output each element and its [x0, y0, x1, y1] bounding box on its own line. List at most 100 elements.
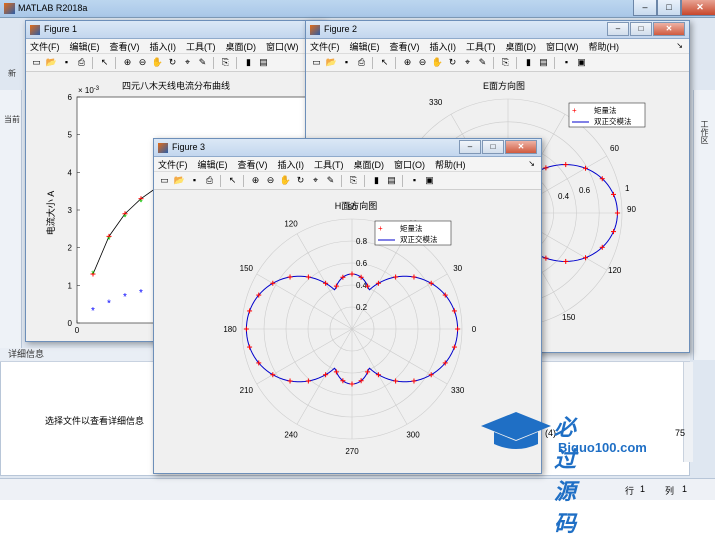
rotate-icon[interactable]: ↻ [446, 56, 459, 69]
colorbar-icon[interactable]: ▮ [242, 56, 255, 69]
open-icon[interactable]: 📂 [173, 174, 186, 187]
save-icon[interactable]: ▪ [340, 56, 353, 69]
zoom-in-icon[interactable]: ⊕ [249, 174, 262, 187]
legend-icon[interactable]: ▤ [385, 174, 398, 187]
zoom-in-icon[interactable]: ⊕ [401, 56, 414, 69]
figure1-toolbar: ▭ 📂 ▪ ⎙ ↖ ⊕ ⊖ ✋ ↻ ⌖ ✎ ⎘ ▮ ▤ [26, 54, 324, 72]
link-icon[interactable]: ⎘ [347, 174, 360, 187]
polar-spoke [296, 233, 353, 330]
pointer-icon[interactable]: ↖ [378, 56, 391, 69]
brush-icon[interactable]: ✎ [476, 56, 489, 69]
hide-plot-tools-icon[interactable]: ▪ [408, 174, 421, 187]
menu-tools[interactable]: 工具(T) [186, 40, 216, 53]
close-button[interactable]: ✕ [653, 22, 685, 36]
figure-icon [158, 143, 168, 153]
legend-icon[interactable]: ▤ [257, 56, 270, 69]
toolbar-separator [213, 56, 215, 69]
menu-desktop[interactable]: 桌面(D) [506, 40, 537, 53]
figure2-title-bar[interactable]: Figure 2 – □ ✕ [306, 21, 689, 39]
print-icon[interactable]: ⎙ [203, 174, 216, 187]
menu-overflow-icon[interactable]: ↘ [676, 41, 683, 50]
save-icon[interactable]: ▪ [60, 56, 73, 69]
brush-icon[interactable]: ✎ [196, 56, 209, 69]
radial-label-1: 1 [625, 184, 630, 193]
menu-desktop[interactable]: 桌面(D) [354, 158, 385, 171]
menu-tools[interactable]: 工具(T) [314, 158, 344, 171]
open-icon[interactable]: 📂 [45, 56, 58, 69]
menu-edit[interactable]: 编辑(E) [350, 40, 380, 53]
menu-desktop[interactable]: 桌面(D) [226, 40, 257, 53]
print-icon[interactable]: ⎙ [355, 56, 368, 69]
data-cursor-icon[interactable]: ⌖ [461, 56, 474, 69]
zoom-out-icon[interactable]: ⊖ [264, 174, 277, 187]
menu-file[interactable]: 文件(F) [158, 158, 188, 171]
maximize-button[interactable]: □ [482, 140, 504, 154]
menu-insert[interactable]: 插入(I) [150, 40, 177, 53]
new-figure-icon[interactable]: ▭ [310, 56, 323, 69]
details-scrollbar[interactable] [683, 362, 693, 462]
maximize-button[interactable]: □ [657, 0, 681, 16]
workspace-label[interactable]: 工作区 [700, 120, 710, 144]
menu-view[interactable]: 查看(V) [238, 158, 268, 171]
menu-window[interactable]: 窗口(O) [394, 158, 425, 171]
brush-icon[interactable]: ✎ [324, 174, 337, 187]
data-cursor-icon[interactable]: ⌖ [181, 56, 194, 69]
save-icon[interactable]: ▪ [188, 174, 201, 187]
figure3-menu-bar: 文件(F) 编辑(E) 查看(V) 插入(I) 工具(T) 桌面(D) 窗口(O… [154, 157, 541, 172]
maximize-button[interactable]: □ [630, 22, 652, 36]
row-label: 行 [625, 486, 635, 496]
legend-icon[interactable]: ▤ [537, 56, 550, 69]
new-figure-icon[interactable]: ▭ [30, 56, 43, 69]
colorbar-icon[interactable]: ▮ [522, 56, 535, 69]
colorbar-icon[interactable]: ▮ [370, 174, 383, 187]
figure1-title-bar[interactable]: Figure 1 [26, 21, 324, 39]
hide-plot-tools-icon[interactable]: ▪ [560, 56, 573, 69]
close-button[interactable]: ✕ [505, 140, 537, 154]
menu-file[interactable]: 文件(F) [310, 40, 340, 53]
zoom-out-icon[interactable]: ⊖ [136, 56, 149, 69]
watermark-text: 必过源码 [554, 416, 577, 537]
rotate-icon[interactable]: ↻ [166, 56, 179, 69]
menu-overflow-icon[interactable]: ↘ [528, 159, 535, 168]
pan-icon[interactable]: ✋ [279, 174, 292, 187]
figure3-title-bar[interactable]: Figure 3 – □ ✕ [154, 139, 541, 157]
data-cursor-icon[interactable]: ⌖ [309, 174, 322, 187]
menu-window[interactable]: 窗口(W) [546, 40, 579, 53]
figure2-title: Figure 2 [324, 24, 358, 34]
pan-icon[interactable]: ✋ [431, 56, 444, 69]
menu-insert[interactable]: 插入(I) [278, 158, 305, 171]
menu-tools[interactable]: 工具(T) [466, 40, 496, 53]
show-plot-tools-icon[interactable]: ▣ [423, 174, 436, 187]
open-icon[interactable]: 📂 [325, 56, 338, 69]
toolbar-separator [341, 174, 343, 187]
zoom-out-icon[interactable]: ⊖ [416, 56, 429, 69]
figure3-title: Figure 3 [172, 142, 206, 152]
show-plot-tools-icon[interactable]: ▣ [575, 56, 588, 69]
menu-view[interactable]: 查看(V) [110, 40, 140, 53]
new-figure-icon[interactable]: ▭ [158, 174, 171, 187]
menu-insert[interactable]: 插入(I) [430, 40, 457, 53]
minimize-button[interactable]: – [459, 140, 481, 154]
zoom-in-icon[interactable]: ⊕ [121, 56, 134, 69]
link-icon[interactable]: ⎘ [219, 56, 232, 69]
menu-edit[interactable]: 编辑(E) [70, 40, 100, 53]
minimize-button[interactable]: – [607, 22, 629, 36]
polar-spoke [296, 328, 353, 425]
pointer-icon[interactable]: ↖ [226, 174, 239, 187]
pan-icon[interactable]: ✋ [151, 56, 164, 69]
menu-help[interactable]: 帮助(H) [589, 40, 620, 53]
menu-view[interactable]: 查看(V) [390, 40, 420, 53]
figure2-menu-bar: 文件(F) 编辑(E) 查看(V) 插入(I) 工具(T) 桌面(D) 窗口(W… [306, 39, 689, 54]
print-icon[interactable]: ⎙ [75, 56, 88, 69]
toolbar-separator [493, 56, 495, 69]
menu-edit[interactable]: 编辑(E) [198, 158, 228, 171]
close-button[interactable]: ✕ [681, 0, 715, 16]
menu-help[interactable]: 帮助(H) [435, 158, 466, 171]
minimize-button[interactable]: – [633, 0, 657, 16]
link-icon[interactable]: ⎘ [499, 56, 512, 69]
menu-file[interactable]: 文件(F) [30, 40, 60, 53]
toolbar-separator [364, 174, 366, 187]
menu-window[interactable]: 窗口(W) [266, 40, 299, 53]
pointer-icon[interactable]: ↖ [98, 56, 111, 69]
rotate-icon[interactable]: ↻ [294, 174, 307, 187]
